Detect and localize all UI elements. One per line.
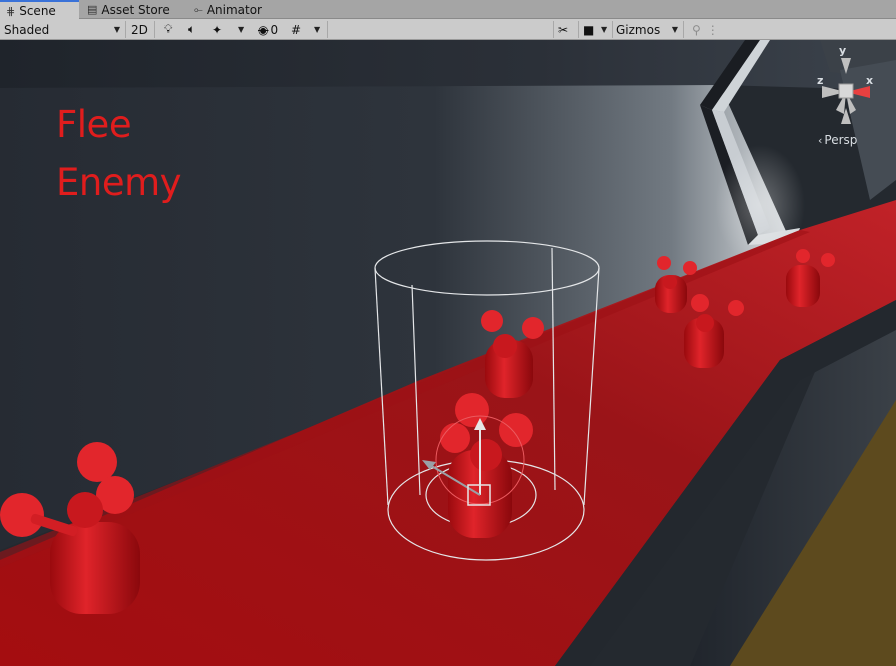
2d-toggle-button[interactable]: 2D bbox=[131, 19, 148, 40]
grid-icon: ⋕ bbox=[6, 4, 16, 18]
overlay-title-enemy: Enemy bbox=[56, 161, 182, 204]
grid-snap-icon: # bbox=[291, 22, 302, 37]
grid-dropdown[interactable]: ▼ bbox=[314, 19, 320, 40]
tools-button[interactable]: ✂ bbox=[558, 19, 568, 40]
editor-tab-bar: ⋕ Scene ▤ Asset Store ⟜ Animator bbox=[0, 0, 896, 20]
chevron-down-icon: ▼ bbox=[314, 25, 321, 34]
gizmos-dropdown[interactable]: Gizmos ▼ bbox=[616, 19, 678, 40]
scene-visibility-toggle[interactable]: ◉ 0 bbox=[258, 19, 278, 40]
axis-z-label: z bbox=[817, 74, 824, 87]
tab-animator-label: Animator bbox=[206, 2, 262, 17]
camera-icon: ■ bbox=[583, 22, 595, 37]
tools-icon: ✂ bbox=[558, 22, 569, 37]
lighting-toggle-button[interactable]: 💡︎ bbox=[164, 19, 172, 40]
grid-toggle-button[interactable]: # bbox=[291, 19, 301, 40]
chevron-left-icon: ‹ bbox=[818, 133, 823, 147]
camera-dropdown[interactable]: ▼ bbox=[601, 19, 607, 40]
2d-toggle-label: 2D bbox=[131, 22, 148, 37]
effects-toggle-button[interactable]: ✦ bbox=[212, 19, 222, 40]
axis-y-label: y bbox=[839, 44, 847, 57]
lightbulb-icon: 💡︎ bbox=[164, 22, 173, 36]
tab-animator[interactable]: ⟜ Animator bbox=[192, 0, 282, 19]
effects-icon: ✦ bbox=[212, 22, 223, 37]
search-filter-icon: ⋮ bbox=[706, 22, 719, 37]
scene-toolbar: Shaded ▼ 2D 💡︎ 🔈︎ ✦ ▼ ◉ 0 # ▼ ✂ ■ ▼ Gizm… bbox=[0, 19, 896, 40]
chevron-down-icon: ▼ bbox=[671, 25, 678, 34]
speaker-icon: 🔈︎ bbox=[188, 22, 196, 36]
hidden-count: 0 bbox=[270, 22, 279, 37]
axis-x-label: x bbox=[866, 74, 874, 87]
audio-toggle-button[interactable]: 🔈︎ bbox=[188, 19, 195, 40]
search-field[interactable]: ⚲ ⋮ bbox=[692, 19, 719, 40]
effects-dropdown[interactable]: ▼ bbox=[238, 19, 244, 40]
store-icon: ▤ bbox=[87, 3, 98, 16]
chevron-down-icon: ▼ bbox=[238, 25, 245, 34]
projection-toggle[interactable]: ‹ Persp bbox=[818, 133, 857, 147]
chevron-down-icon: ▼ bbox=[601, 25, 608, 34]
tab-asset-store[interactable]: ▤ Asset Store bbox=[84, 0, 184, 19]
overlay-title-flee: Flee bbox=[56, 103, 132, 146]
gizmos-label: Gizmos bbox=[616, 22, 661, 37]
hidden-eye-icon: ◉ bbox=[258, 22, 269, 37]
projection-label: Persp bbox=[824, 133, 858, 147]
scene-render bbox=[0, 40, 896, 666]
search-icon: ⚲ bbox=[692, 22, 701, 37]
scene-viewport[interactable]: Flee Enemy y z x ‹ Persp bbox=[0, 40, 896, 666]
camera-button[interactable]: ■ bbox=[583, 19, 594, 40]
draw-mode-dropdown[interactable]: Shaded ▼ bbox=[4, 19, 120, 40]
draw-mode-value: Shaded bbox=[4, 22, 50, 37]
tab-scene-label: Scene bbox=[19, 4, 56, 18]
tab-asset-store-label: Asset Store bbox=[101, 2, 170, 17]
animator-icon: ⟜ bbox=[194, 2, 203, 16]
chevron-down-icon: ▼ bbox=[113, 25, 120, 34]
tab-scene[interactable]: ⋕ Scene bbox=[0, 0, 79, 20]
